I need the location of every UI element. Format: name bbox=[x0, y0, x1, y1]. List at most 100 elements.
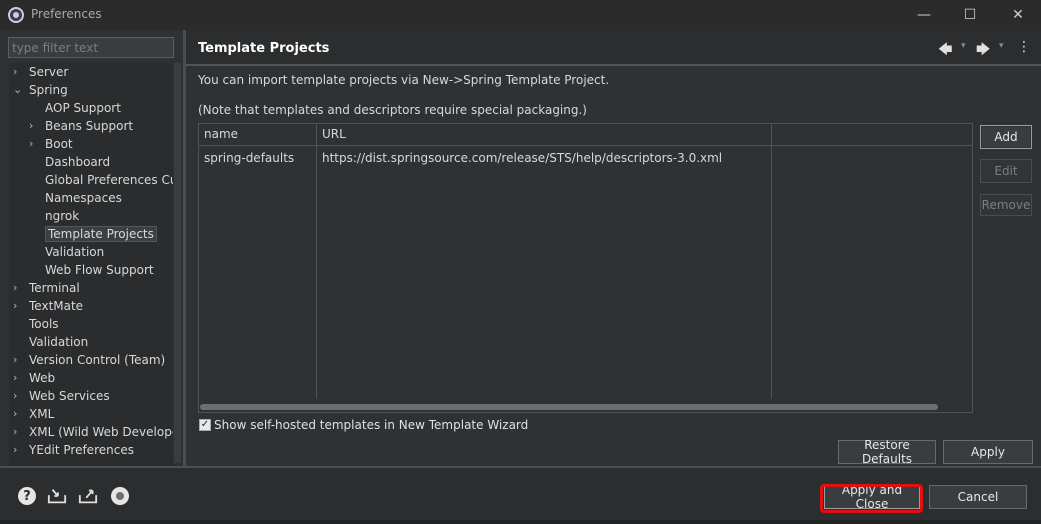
back-dropdown-icon[interactable]: ▾ bbox=[961, 41, 966, 51]
tree-item[interactable]: › Web Services bbox=[13, 387, 110, 405]
chevron-right-icon[interactable]: › bbox=[13, 369, 23, 387]
chevron-right-icon[interactable]: › bbox=[13, 351, 23, 369]
chevron-right-icon[interactable]: › bbox=[13, 63, 23, 81]
maximize-button[interactable]: ☐ bbox=[947, 0, 993, 30]
export-icon-graphic bbox=[78, 489, 98, 504]
tree-item[interactable]: Namespaces bbox=[29, 189, 122, 207]
tree-item-label: YEdit Preferences bbox=[29, 443, 134, 457]
tree-item[interactable]: › Version Control (Team) bbox=[13, 351, 165, 369]
tree-item[interactable]: › Boot bbox=[29, 135, 73, 153]
tree-item-label: Boot bbox=[45, 137, 73, 151]
tree-item-label: ngrok bbox=[45, 209, 80, 223]
left-panel: ›Server⌄SpringAOP Support›Beans Support›… bbox=[0, 30, 183, 466]
import-icon[interactable] bbox=[47, 486, 67, 506]
self-hosted-checkbox[interactable]: ✓ bbox=[199, 419, 211, 431]
chevron-right-icon[interactable]: › bbox=[13, 387, 23, 405]
tree-item[interactable]: Template Projects bbox=[29, 225, 157, 243]
tree-scrollbar-thumb[interactable] bbox=[174, 63, 181, 463]
chevron-right-icon[interactable]: › bbox=[13, 423, 23, 441]
table-header: name URL bbox=[199, 124, 972, 146]
tree-item-label: Web bbox=[29, 371, 56, 385]
app-icon bbox=[8, 7, 24, 23]
chevron-right-icon[interactable]: › bbox=[29, 135, 39, 153]
tree-item-label: Template Projects bbox=[45, 226, 157, 242]
column-header-name[interactable]: name bbox=[199, 124, 317, 146]
tree-item-label: Global Preferences Cur bbox=[45, 173, 173, 187]
chevron-right-icon[interactable]: › bbox=[29, 117, 39, 135]
table-horizontal-scrollbar[interactable] bbox=[199, 402, 972, 412]
tree-item-label: XML (Wild Web Develope bbox=[29, 425, 173, 439]
tree-item-label: Tools bbox=[29, 317, 59, 331]
tree-item-label: Server bbox=[29, 65, 69, 79]
footer-bar: ? Apply and Close Cancel bbox=[0, 468, 1041, 524]
apply-and-close-button[interactable]: Apply and Close bbox=[824, 483, 920, 511]
edit-button[interactable]: Edit bbox=[980, 159, 1032, 183]
table-scrollbar-thumb[interactable] bbox=[200, 404, 938, 410]
column-divider bbox=[771, 146, 772, 399]
tree-item-label: XML bbox=[29, 407, 55, 421]
page-title: Template Projects bbox=[198, 41, 330, 56]
tree-item[interactable]: Dashboard bbox=[29, 153, 110, 171]
tree-item[interactable]: › Server bbox=[13, 63, 68, 81]
tree-item[interactable]: ngrok bbox=[29, 207, 79, 225]
chevron-right-icon[interactable]: › bbox=[13, 297, 23, 315]
page-header: Template Projects 🡄 ▾ 🡆 ▾ ⋮ bbox=[186, 30, 1041, 66]
back-arrow-icon[interactable]: 🡄 bbox=[938, 39, 952, 63]
tree-item-label: Dashboard bbox=[45, 155, 111, 169]
table-cell-url[interactable]: https://dist.springsource.com/release/ST… bbox=[317, 149, 722, 167]
close-button[interactable]: ✕ bbox=[995, 0, 1041, 30]
preference-tree: › Server ⌄ Spring AOP Support › Beans Support ›… bbox=[9, 63, 173, 466]
column-divider bbox=[316, 146, 317, 399]
add-button[interactable]: Add bbox=[980, 125, 1032, 149]
cancel-button[interactable]: Cancel bbox=[929, 485, 1027, 509]
export-icon[interactable] bbox=[78, 486, 98, 506]
tree-scrollbar[interactable] bbox=[173, 63, 182, 466]
restore-defaults-button[interactable]: Restore Defaults bbox=[838, 438, 936, 466]
tree-item-label: TextMate bbox=[29, 299, 84, 313]
apply-button[interactable]: Apply bbox=[943, 440, 1033, 464]
tree-item[interactable]: › Terminal bbox=[13, 279, 80, 297]
tree-item[interactable]: › Beans Support bbox=[29, 117, 133, 135]
tree-item[interactable]: Validation bbox=[13, 333, 88, 351]
tree-item[interactable]: Global Preferences Cur bbox=[29, 171, 173, 189]
tree-item[interactable]: AOP Support bbox=[29, 99, 121, 117]
column-header-url[interactable]: URL bbox=[317, 124, 772, 146]
forward-arrow-icon[interactable]: 🡆 bbox=[976, 39, 990, 63]
chevron-right-icon[interactable]: › bbox=[13, 441, 23, 459]
tree-item-label: Terminal bbox=[29, 281, 80, 295]
filter-input[interactable] bbox=[8, 37, 174, 58]
tree-item[interactable]: › Web bbox=[13, 369, 55, 387]
tree-item-label: Namespaces bbox=[45, 191, 122, 205]
column-header-extra[interactable] bbox=[772, 124, 972, 146]
tree-item[interactable]: Validation bbox=[29, 243, 104, 261]
import-icon-graphic bbox=[47, 489, 67, 504]
tree-item[interactable]: › TextMate bbox=[13, 297, 83, 315]
description-text: You can import template projects via New… bbox=[198, 73, 610, 87]
tree-item-label: Validation bbox=[29, 335, 89, 349]
tree-item[interactable]: › XML bbox=[13, 405, 54, 423]
tree-item[interactable]: › YEdit Preferences bbox=[13, 441, 134, 459]
tree-item-label: Version Control (Team) bbox=[29, 353, 166, 367]
tree-item[interactable]: Web Flow Support bbox=[29, 261, 154, 279]
tree-item[interactable]: ⌄ Spring bbox=[13, 81, 68, 99]
tree-item-label: Beans Support bbox=[45, 119, 134, 133]
remove-button[interactable]: Remove bbox=[980, 194, 1032, 216]
tree-item-label: AOP Support bbox=[45, 101, 121, 115]
tree-item-label: Web Services bbox=[29, 389, 110, 403]
chevron-right-icon[interactable]: › bbox=[13, 405, 23, 423]
tree-item[interactable]: Tools bbox=[13, 315, 59, 333]
templates-table[interactable]: name URL spring-defaults https://dist.sp… bbox=[198, 123, 973, 413]
tree-item[interactable]: › XML (Wild Web Develope bbox=[13, 423, 173, 441]
table-cell-name[interactable]: spring-defaults bbox=[199, 149, 294, 167]
forward-dropdown-icon[interactable]: ▾ bbox=[999, 41, 1004, 51]
title-bar: Preferences — ☐ ✕ bbox=[0, 0, 1041, 30]
chevron-right-icon[interactable]: › bbox=[13, 279, 23, 297]
bottom-strip bbox=[0, 520, 1041, 524]
record-icon[interactable] bbox=[111, 487, 129, 505]
help-icon[interactable]: ? bbox=[18, 487, 36, 505]
view-menu-icon[interactable]: ⋮ bbox=[1017, 39, 1031, 55]
minimize-button[interactable]: — bbox=[901, 0, 947, 30]
chevron-down-icon[interactable]: ⌄ bbox=[13, 81, 23, 99]
self-hosted-checkbox-label[interactable]: Show self-hosted templates in New Templa… bbox=[214, 418, 528, 432]
window-title: Preferences bbox=[31, 7, 102, 21]
